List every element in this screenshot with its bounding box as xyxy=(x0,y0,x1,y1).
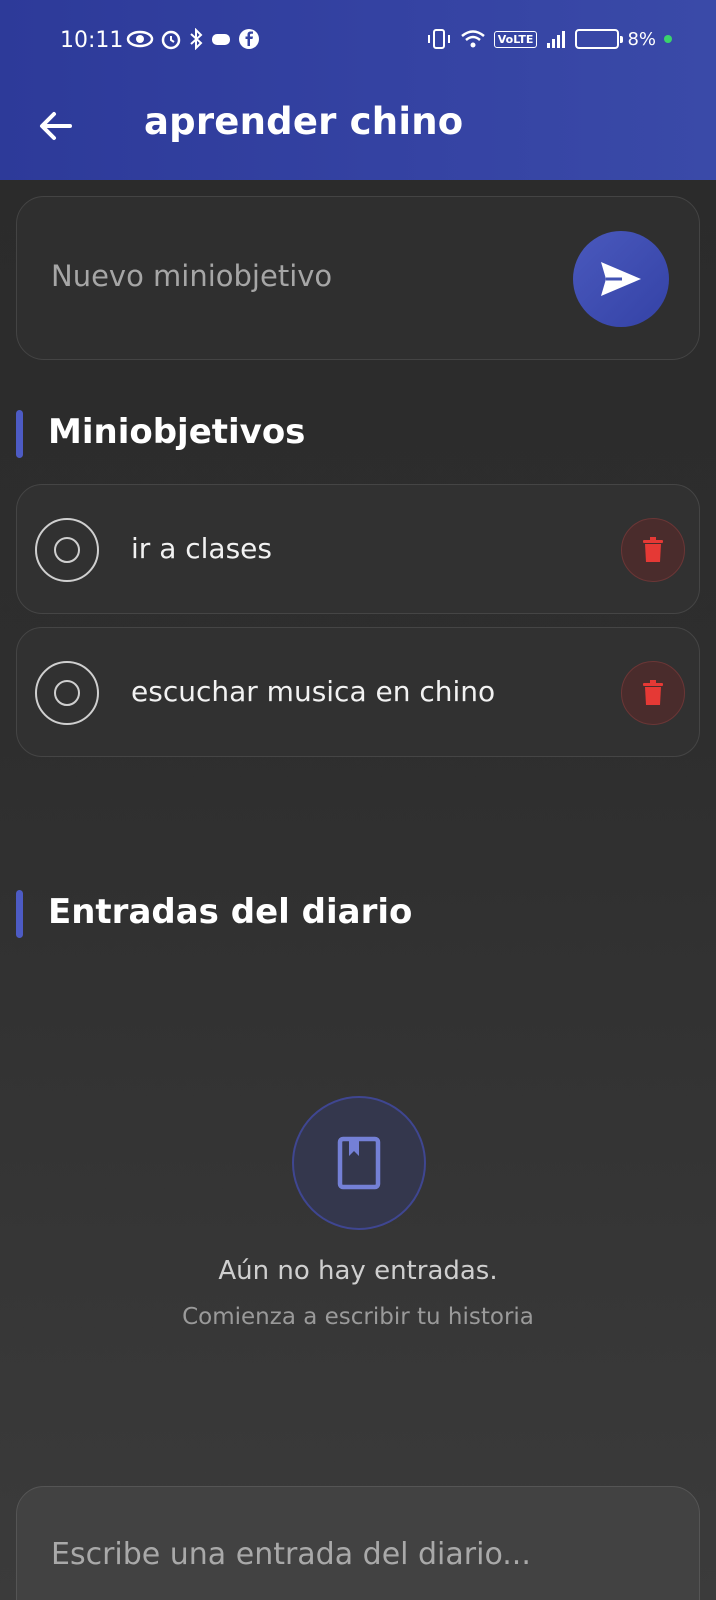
goal-item[interactable]: ir a clases xyxy=(16,484,700,614)
bluetooth-icon xyxy=(190,28,203,50)
section-accent-bar xyxy=(16,410,23,458)
status-notification-icons xyxy=(126,28,260,50)
battery-icon xyxy=(575,29,624,49)
section-accent-bar xyxy=(16,890,23,938)
eye-icon xyxy=(126,30,154,48)
new-goal-placeholder: Nuevo miniobjetivo xyxy=(51,259,333,293)
new-goal-input[interactable]: Nuevo miniobjetivo xyxy=(16,196,700,360)
wifi-icon xyxy=(460,30,485,48)
game-controller-icon xyxy=(212,34,230,45)
radio-unchecked-icon[interactable] xyxy=(35,518,99,582)
volte-badge: VoLTE xyxy=(493,30,538,48)
battery-percent: 8% xyxy=(627,28,656,50)
empty-state-title: Aún no hay entradas. xyxy=(218,1256,498,1286)
signal-icon xyxy=(547,31,566,48)
app-bar: 10:11 VoLTE 8% aprender chino xyxy=(0,0,716,180)
privacy-dot-icon xyxy=(664,35,672,43)
back-button[interactable] xyxy=(34,104,78,148)
trash-icon xyxy=(643,537,663,562)
goal-label: ir a clases xyxy=(131,532,272,565)
empty-state-badge xyxy=(292,1096,426,1230)
back-arrow-icon xyxy=(40,112,72,140)
delete-goal-button[interactable] xyxy=(621,518,685,582)
diary-entry-input[interactable]: Escribe una entrada del diario... xyxy=(16,1486,700,1600)
send-icon xyxy=(601,262,641,296)
radio-unchecked-icon[interactable] xyxy=(35,661,99,725)
section-title-diario: Entradas del diario xyxy=(48,892,413,932)
delete-goal-button[interactable] xyxy=(621,661,685,725)
empty-state-subtitle: Comienza a escribir tu historia xyxy=(182,1304,534,1330)
alarm-icon xyxy=(161,30,181,50)
facebook-icon xyxy=(239,29,259,49)
goal-label: escuchar musica en chino xyxy=(131,675,496,708)
status-time: 10:11 xyxy=(60,28,124,53)
vibrate-icon xyxy=(427,29,450,49)
section-title-miniobjetivos: Miniobjetivos xyxy=(48,412,306,452)
status-system-icons: VoLTE 8% xyxy=(426,28,672,50)
goal-item[interactable]: escuchar musica en chino xyxy=(16,627,700,757)
trash-icon xyxy=(643,680,663,705)
bookmark-book-icon xyxy=(337,1136,381,1190)
status-bar: 10:11 VoLTE 8% xyxy=(0,22,716,62)
send-button[interactable] xyxy=(573,231,669,327)
diary-entry-placeholder: Escribe una entrada del diario... xyxy=(51,1537,531,1572)
page-title: aprender chino xyxy=(144,100,464,143)
